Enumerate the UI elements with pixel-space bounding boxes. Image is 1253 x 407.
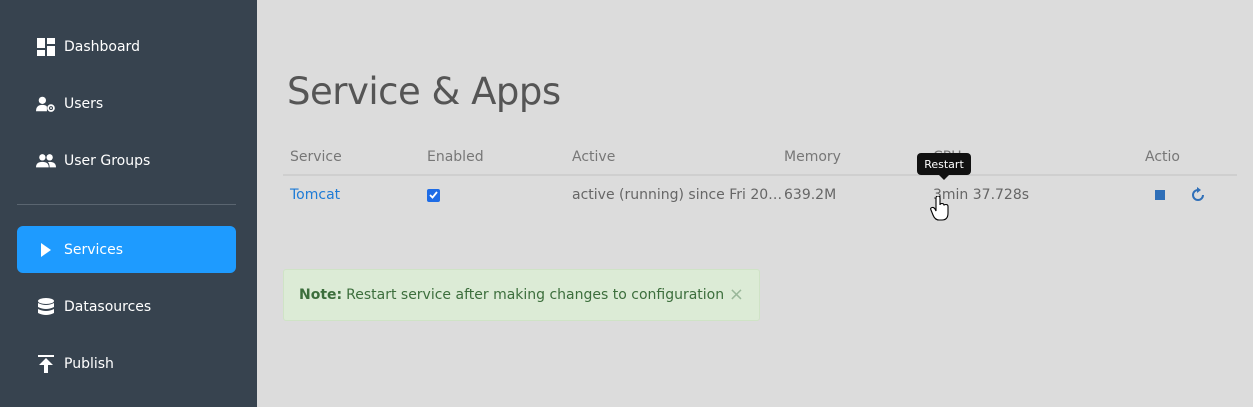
sidebar: Dashboard Users User Groups Services Dat… bbox=[0, 0, 257, 407]
services-table: Service Enabled Active Memory CPU Actio … bbox=[283, 140, 1237, 214]
users-icon bbox=[36, 151, 56, 171]
page-title: Service & Apps bbox=[287, 70, 561, 113]
alert-prefix: Note: bbox=[299, 287, 343, 303]
restart-tooltip: Restart bbox=[917, 153, 971, 180]
user-gear-icon bbox=[36, 94, 56, 114]
sidebar-item-user-groups[interactable]: User Groups bbox=[17, 137, 236, 184]
stop-icon[interactable] bbox=[1155, 190, 1165, 200]
sidebar-divider bbox=[17, 204, 236, 205]
sidebar-item-datasources[interactable]: Datasources bbox=[17, 283, 236, 330]
play-icon bbox=[36, 240, 56, 260]
restart-icon[interactable] bbox=[1189, 186, 1207, 204]
sidebar-item-dashboard[interactable]: Dashboard bbox=[17, 23, 236, 70]
enabled-checkbox[interactable] bbox=[427, 176, 440, 214]
memory-value: 639.2M bbox=[784, 187, 837, 203]
sidebar-item-publish[interactable]: Publish bbox=[17, 340, 236, 387]
column-header-enabled: Enabled bbox=[427, 149, 484, 165]
hand-cursor-icon bbox=[930, 196, 949, 221]
note-alert: Note: Restart service after making chang… bbox=[283, 269, 760, 321]
close-icon[interactable]: × bbox=[729, 284, 744, 305]
column-header-service: Service bbox=[290, 149, 342, 165]
database-icon bbox=[36, 297, 56, 317]
table-row: Tomcat active (running) since Fri 20… 63… bbox=[283, 176, 1237, 214]
sidebar-item-label: User Groups bbox=[64, 152, 151, 169]
column-header-active: Active bbox=[572, 149, 616, 165]
active-status: active (running) since Fri 20… bbox=[572, 187, 783, 203]
alert-text: Restart service after making changes to … bbox=[346, 287, 725, 303]
service-link[interactable]: Tomcat bbox=[290, 176, 340, 214]
sidebar-item-label: Dashboard bbox=[64, 38, 140, 55]
dashboard-icon bbox=[36, 37, 56, 57]
upload-icon bbox=[36, 354, 56, 374]
column-header-memory: Memory bbox=[784, 149, 841, 165]
sidebar-item-label: Users bbox=[64, 95, 104, 112]
sidebar-item-label: Publish bbox=[64, 355, 114, 372]
sidebar-item-users[interactable]: Users bbox=[17, 80, 236, 127]
sidebar-item-label: Services bbox=[64, 241, 124, 258]
column-header-actions: Actio bbox=[1145, 149, 1180, 165]
sidebar-item-services[interactable]: Services bbox=[17, 226, 236, 273]
sidebar-item-label: Datasources bbox=[64, 298, 152, 315]
main-content: Service & Apps Service Enabled Active Me… bbox=[257, 0, 1253, 407]
table-header: Service Enabled Active Memory CPU Actio bbox=[283, 140, 1237, 176]
